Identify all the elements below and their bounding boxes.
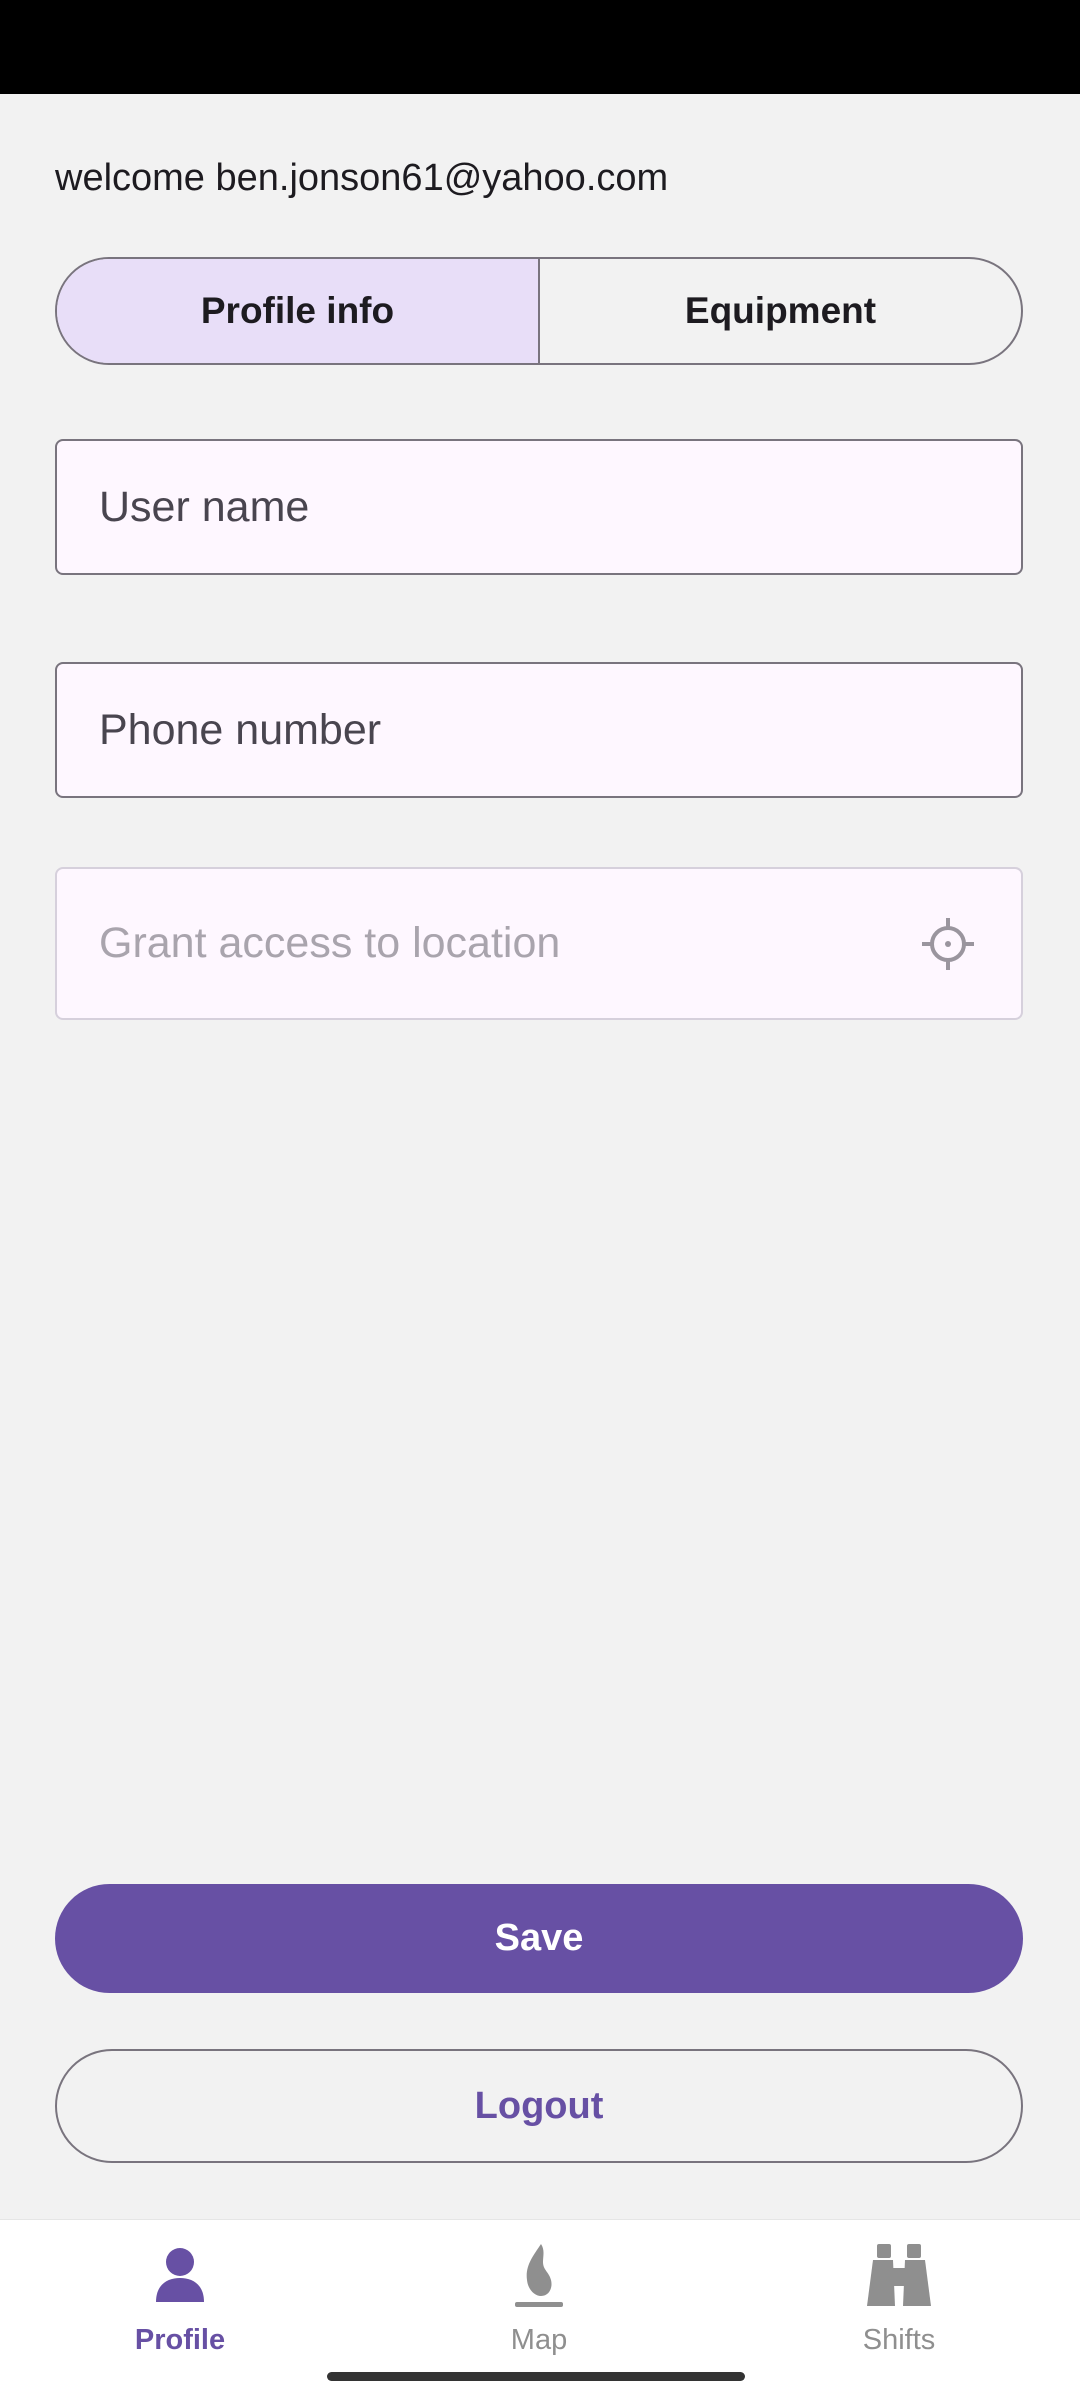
nav-item-shifts[interactable]: Shifts <box>789 2240 1009 2357</box>
nav-item-profile[interactable]: Profile <box>70 2240 290 2357</box>
tab-equipment[interactable]: Equipment <box>540 259 1021 363</box>
welcome-text: welcome ben.jonson61@yahoo.com <box>55 157 669 199</box>
home-indicator[interactable] <box>327 2372 745 2381</box>
phone-number-field[interactable]: Phone number <box>55 662 1023 798</box>
person-icon <box>156 2248 204 2302</box>
nav-label-map: Map <box>510 2324 568 2356</box>
flame-icon <box>515 2244 563 2307</box>
logout-button[interactable]: Logout <box>55 2049 1023 2163</box>
location-field[interactable]: Grant access to location <box>55 867 1023 1020</box>
tab-switcher: Profile info Equipment <box>55 257 1023 365</box>
phone-number-placeholder: Phone number <box>99 705 382 754</box>
username-field[interactable]: User name <box>55 439 1023 575</box>
nav-label-profile: Profile <box>134 2324 226 2356</box>
nav-item-map[interactable]: Map <box>429 2240 649 2357</box>
tab-profile-info[interactable]: Profile info <box>57 259 540 363</box>
status-bar <box>0 0 1080 94</box>
location-placeholder: Grant access to location <box>99 919 561 967</box>
my-location-icon[interactable] <box>920 916 976 972</box>
username-placeholder: User name <box>99 482 310 531</box>
save-button[interactable]: Save <box>55 1884 1023 1993</box>
binoculars-icon <box>867 2244 931 2306</box>
nav-label-shifts: Shifts <box>862 2324 936 2356</box>
